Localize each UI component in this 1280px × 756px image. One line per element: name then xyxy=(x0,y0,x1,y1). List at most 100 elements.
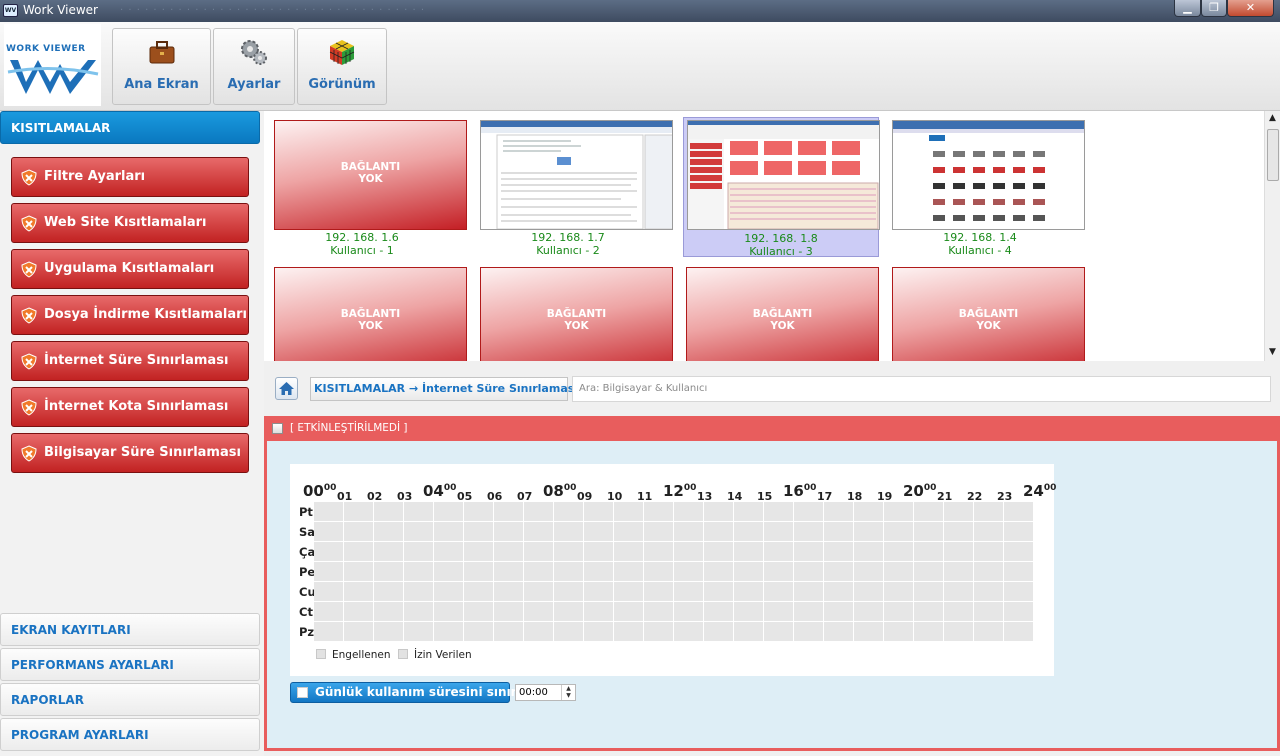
schedule-cell[interactable] xyxy=(764,502,794,522)
schedule-cell[interactable] xyxy=(464,582,494,602)
schedule-cell[interactable] xyxy=(794,502,824,522)
gorunum-button[interactable]: Görünüm xyxy=(297,28,387,105)
schedule-cell[interactable] xyxy=(674,502,704,522)
schedule-cell[interactable] xyxy=(944,622,974,642)
schedule-cell[interactable] xyxy=(614,562,644,582)
schedule-cell[interactable] xyxy=(824,522,854,542)
sidebar-item-filtre-ayarlari[interactable]: Filtre Ayarları xyxy=(11,157,249,197)
schedule-cell[interactable] xyxy=(1004,602,1034,622)
schedule-cell[interactable] xyxy=(674,562,704,582)
schedule-cell[interactable] xyxy=(854,602,884,622)
schedule-cell[interactable] xyxy=(344,582,374,602)
schedule-cell[interactable] xyxy=(734,602,764,622)
schedule-cell[interactable] xyxy=(434,582,464,602)
schedule-cell[interactable] xyxy=(614,502,644,522)
client-card-2[interactable]: 192. 168. 1.7 Kullanıcı - 2 xyxy=(470,111,673,257)
schedule-cell[interactable] xyxy=(374,502,404,522)
schedule-cell[interactable] xyxy=(314,542,344,562)
schedule-cell[interactable] xyxy=(854,562,884,582)
schedule-cell[interactable] xyxy=(914,622,944,642)
schedule-cell[interactable] xyxy=(434,562,464,582)
schedule-cell[interactable] xyxy=(884,522,914,542)
schedule-cell[interactable] xyxy=(614,542,644,562)
schedule-cell[interactable] xyxy=(974,582,1004,602)
schedule-cell[interactable] xyxy=(824,622,854,642)
schedule-cell[interactable] xyxy=(794,622,824,642)
schedule-cell[interactable] xyxy=(794,602,824,622)
schedule-cell[interactable] xyxy=(494,542,524,562)
schedule-cell[interactable] xyxy=(914,542,944,562)
sidebar-section-raporlar[interactable]: RAPORLAR xyxy=(0,683,260,716)
schedule-cell[interactable] xyxy=(1004,522,1034,542)
schedule-cell[interactable] xyxy=(1004,542,1034,562)
schedule-cell[interactable] xyxy=(824,562,854,582)
ayarlar-button[interactable]: Ayarlar xyxy=(213,28,295,105)
schedule-cell[interactable] xyxy=(554,602,584,622)
schedule-cell[interactable] xyxy=(674,542,704,562)
client-card-3-selected[interactable]: 192. 168. 1.8 Kullanıcı - 3 xyxy=(683,117,880,258)
schedule-cell[interactable] xyxy=(554,542,584,562)
schedule-cell[interactable] xyxy=(764,602,794,622)
schedule-cell[interactable] xyxy=(644,542,674,562)
daily-limit-checkbox[interactable] xyxy=(297,687,308,698)
schedule-cell[interactable] xyxy=(554,522,584,542)
schedule-cell[interactable] xyxy=(884,622,914,642)
schedule-cell[interactable] xyxy=(524,602,554,622)
schedule-cell[interactable] xyxy=(614,602,644,622)
schedule-cell[interactable] xyxy=(914,582,944,602)
schedule-cell[interactable] xyxy=(704,502,734,522)
schedule-cell[interactable] xyxy=(674,522,704,542)
schedule-cell[interactable] xyxy=(704,602,734,622)
schedule-cell[interactable] xyxy=(1004,562,1034,582)
thumbnails-scrollbar[interactable]: ▲ ▼ xyxy=(1264,111,1280,361)
scrollbar-thumb[interactable] xyxy=(1267,129,1279,181)
schedule-cell[interactable] xyxy=(974,522,1004,542)
schedule-cell[interactable] xyxy=(824,602,854,622)
schedule-cell[interactable] xyxy=(644,502,674,522)
schedule-cell[interactable] xyxy=(584,562,614,582)
sidebar-item-bilgisayar-sure-sinirlamasi[interactable]: Bilgisayar Süre Sınırlaması xyxy=(11,433,249,473)
spinner-arrows-icon[interactable]: ▲ ▼ xyxy=(561,685,575,700)
schedule-cell[interactable] xyxy=(914,562,944,582)
schedule-cell[interactable] xyxy=(1004,582,1034,602)
schedule-cell[interactable] xyxy=(734,502,764,522)
schedule-cell[interactable] xyxy=(944,582,974,602)
schedule-cell[interactable] xyxy=(404,602,434,622)
schedule-cell[interactable] xyxy=(914,602,944,622)
daily-limit-time-spinner[interactable]: 00:00 ▲ ▼ xyxy=(515,684,576,701)
minimize-button[interactable]: ▁ xyxy=(1174,0,1201,17)
schedule-cell[interactable] xyxy=(734,582,764,602)
breadcrumb-root[interactable]: KISITLAMALAR xyxy=(314,382,405,395)
schedule-cell[interactable] xyxy=(944,542,974,562)
schedule-cell[interactable] xyxy=(494,622,524,642)
schedule-cell[interactable] xyxy=(404,542,434,562)
schedule-cell[interactable] xyxy=(404,522,434,542)
schedule-cell[interactable] xyxy=(464,542,494,562)
schedule-cell[interactable] xyxy=(344,562,374,582)
schedule-cell[interactable] xyxy=(494,582,524,602)
sidebar-section-performans-ayarlari[interactable]: PERFORMANS AYARLARI xyxy=(0,648,260,681)
breadcrumb-current[interactable]: İnternet Süre Sınırlaması xyxy=(422,382,578,395)
sidebar-item-uygulama-kisitlamalari[interactable]: Uygulama Kısıtlamaları xyxy=(11,249,249,289)
schedule-cell[interactable] xyxy=(614,582,644,602)
schedule-cell[interactable] xyxy=(1004,622,1034,642)
schedule-cell[interactable] xyxy=(524,522,554,542)
sidebar-section-kisitlamalar[interactable]: KISITLAMALAR xyxy=(0,111,260,144)
schedule-cell[interactable] xyxy=(614,522,644,542)
schedule-cell[interactable] xyxy=(524,622,554,642)
sidebar-item-web-site-kisitlamalari[interactable]: Web Site Kısıtlamaları xyxy=(11,203,249,243)
schedule-cell[interactable] xyxy=(344,522,374,542)
schedule-cell[interactable] xyxy=(314,622,344,642)
schedule-cell[interactable] xyxy=(824,542,854,562)
schedule-cell[interactable] xyxy=(944,562,974,582)
schedule-cell[interactable] xyxy=(704,562,734,582)
client-card-4[interactable]: 192. 168. 1.4 Kullanıcı - 4 xyxy=(882,111,1085,257)
schedule-cell[interactable] xyxy=(764,522,794,542)
schedule-cell[interactable] xyxy=(494,562,524,582)
scroll-up-arrow-icon[interactable]: ▲ xyxy=(1267,113,1278,123)
schedule-cell[interactable] xyxy=(764,622,794,642)
schedule-cell[interactable] xyxy=(434,542,464,562)
schedule-cell[interactable] xyxy=(854,622,884,642)
schedule-cell[interactable] xyxy=(644,622,674,642)
schedule-cell[interactable] xyxy=(464,602,494,622)
